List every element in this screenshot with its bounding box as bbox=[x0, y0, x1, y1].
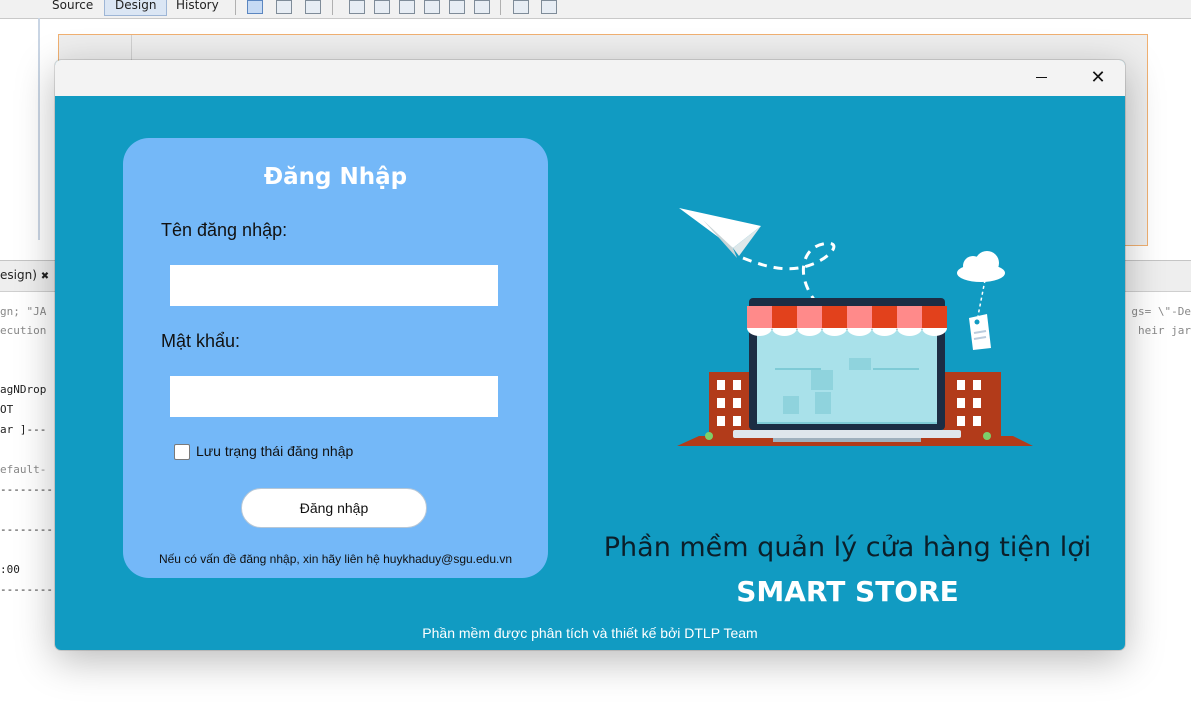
align-top-icon[interactable] bbox=[424, 0, 440, 14]
console-line: ecution bbox=[0, 324, 47, 337]
login-window: ✕ Đăng Nhập Tên đăng nhập: Mật khẩu: Lưu… bbox=[55, 60, 1125, 650]
close-button[interactable]: ✕ bbox=[1075, 60, 1121, 96]
resize-vertical-icon[interactable] bbox=[541, 0, 557, 14]
username-label: Tên đăng nhập: bbox=[161, 220, 288, 240]
center-vertically-icon[interactable] bbox=[474, 0, 490, 14]
connection-mode-icon[interactable] bbox=[276, 0, 292, 14]
window-titlebar[interactable]: ✕ bbox=[55, 60, 1125, 96]
password-label: Mật khẩu: bbox=[161, 331, 241, 351]
login-button[interactable]: Đăng nhập bbox=[241, 488, 427, 528]
app-name: SMART STORE bbox=[736, 575, 959, 608]
remember-login-label[interactable]: Lưu trạng thái đăng nhập bbox=[196, 443, 353, 459]
ide-tab-source[interactable]: Source bbox=[42, 0, 103, 15]
checkbox-box[interactable] bbox=[174, 444, 190, 460]
console-line: ar ]--- bbox=[0, 423, 47, 436]
app-subtitle: Phần mềm quản lý cửa hàng tiện lợi bbox=[603, 532, 1092, 563]
ide-toolbar: Source Design History bbox=[0, 0, 1191, 19]
store-illustration bbox=[677, 208, 1033, 446]
align-right-icon[interactable] bbox=[374, 0, 390, 14]
footer-credit: Phần mềm được phân tích và thiết kế bởi … bbox=[422, 625, 758, 641]
toolbar-separator bbox=[500, 0, 501, 15]
output-tab[interactable]: esign) ✖ bbox=[0, 268, 49, 282]
console-line: -------- bbox=[0, 583, 53, 596]
paper-plane-icon bbox=[679, 208, 761, 258]
price-tag-icon bbox=[969, 314, 991, 350]
console-line: efault- bbox=[0, 463, 47, 476]
minimize-icon bbox=[1036, 77, 1047, 78]
center-horizontally-icon[interactable] bbox=[399, 0, 415, 14]
cloud-icon bbox=[957, 251, 1005, 282]
close-tab-icon[interactable]: ✖ bbox=[41, 271, 49, 282]
password-input[interactable] bbox=[170, 376, 498, 417]
console-line: gs= \"-De bbox=[1131, 305, 1191, 318]
output-tab-label: esign) bbox=[0, 268, 37, 282]
ide-tab-history[interactable]: History bbox=[166, 0, 229, 15]
login-title: Đăng Nhập bbox=[263, 164, 408, 190]
ide-panel-border bbox=[38, 18, 40, 240]
selection-mode-icon[interactable] bbox=[247, 0, 263, 14]
preview-design-icon[interactable] bbox=[305, 0, 321, 14]
console-line: OT bbox=[0, 403, 14, 416]
toolbar-separator bbox=[332, 0, 333, 15]
console-line: gn; "JA bbox=[0, 305, 47, 318]
console-line: -------- bbox=[0, 523, 53, 536]
minimize-button[interactable] bbox=[1019, 60, 1065, 96]
toolbar-separator bbox=[235, 0, 236, 15]
console-line: -------- bbox=[0, 483, 53, 496]
login-panel: Đăng Nhập Tên đăng nhập: Mật khẩu: Lưu t… bbox=[123, 138, 548, 578]
align-bottom-icon[interactable] bbox=[449, 0, 465, 14]
username-input[interactable] bbox=[170, 265, 498, 306]
resize-horizontal-icon[interactable] bbox=[513, 0, 529, 14]
contact-note: Nếu có vấn đề đăng nhập, xin hãy liên hệ… bbox=[158, 552, 513, 566]
console-line: heir jar bbox=[1138, 324, 1191, 337]
close-icon: ✕ bbox=[1090, 67, 1106, 88]
console-line: agNDrop bbox=[0, 383, 47, 396]
ide-tab-design[interactable]: Design bbox=[104, 0, 168, 16]
align-left-icon[interactable] bbox=[349, 0, 365, 14]
console-line: :00 bbox=[0, 563, 20, 576]
